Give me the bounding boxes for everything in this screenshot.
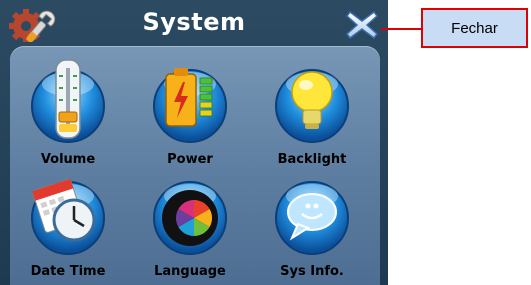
menu-item-power[interactable]: Power xyxy=(132,52,248,170)
callout-line xyxy=(381,28,421,30)
light-bulb-icon xyxy=(275,69,349,143)
battery-icon xyxy=(153,68,227,143)
volume-slider-icon xyxy=(31,59,105,143)
title-bar: System xyxy=(0,0,388,46)
menu-item-label: Date Time xyxy=(30,264,106,279)
menu-item-volume[interactable]: Volume xyxy=(10,52,126,170)
menu-panel: Volume Power Backlight Date Time Languag… xyxy=(10,46,380,285)
speech-bubble-icon xyxy=(275,181,349,255)
page-title: System xyxy=(142,8,246,36)
menu-item-language[interactable]: Language xyxy=(132,164,248,282)
calendar-clock-icon xyxy=(31,178,105,255)
menu-item-backlight[interactable]: Backlight xyxy=(254,52,370,170)
close-button[interactable] xyxy=(344,8,380,42)
menu-item-label: Language xyxy=(154,264,226,279)
menu-item-sys-info[interactable]: Sys Info. xyxy=(254,164,370,282)
callout-label: Fechar xyxy=(421,8,528,48)
menu-item-label: Sys Info. xyxy=(280,264,344,279)
device-screen: System Volume Power Backlight Date Time … xyxy=(0,0,388,285)
menu-item-date-time[interactable]: Date Time xyxy=(10,164,126,282)
close-x-icon[interactable] xyxy=(344,8,380,42)
color-wheel-icon xyxy=(153,181,227,255)
